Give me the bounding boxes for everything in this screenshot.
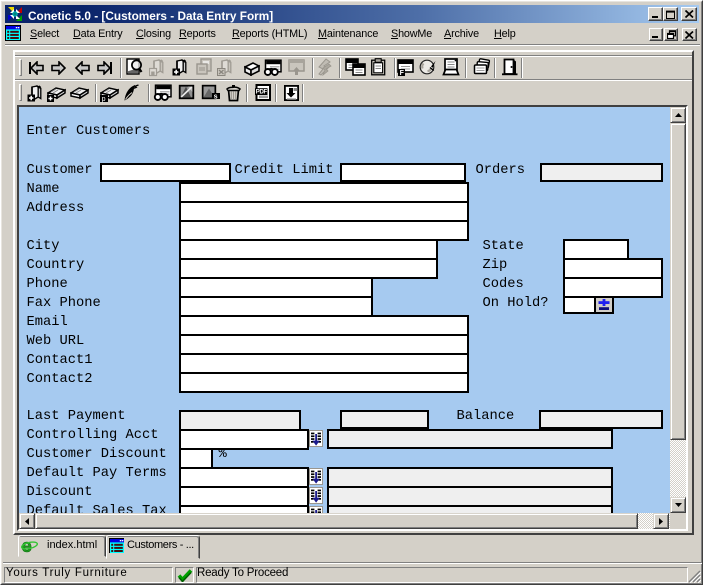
svg-text:PDF: PDF [256,90,268,96]
svg-text:e: e [22,538,32,554]
svg-text:s: s [214,94,218,100]
svg-text:F: F [400,70,405,76]
svg-text:p: p [102,96,106,103]
